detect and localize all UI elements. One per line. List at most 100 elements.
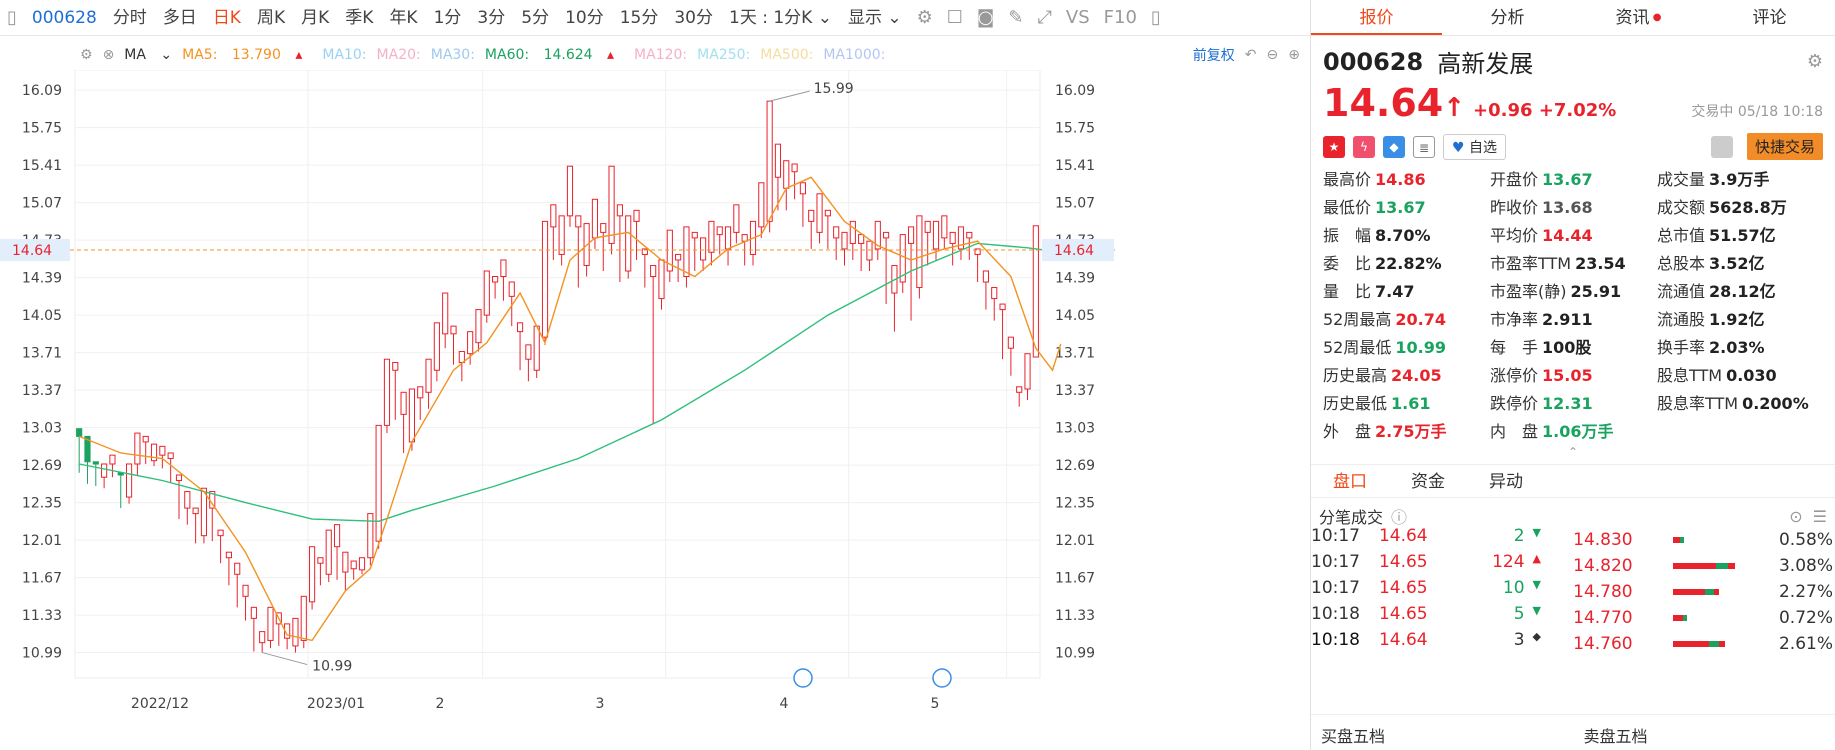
quick-trade-button[interactable]: 快捷交易 <box>1746 133 1823 160</box>
indicator-bar: ⚙ ⊗ MA ⌄ MA5: 13.790 ▴ MA10: MA20: MA30:… <box>80 42 1310 68</box>
heart-icon: ♥ <box>1452 139 1465 156</box>
note-icon[interactable]: ≣ <box>1413 135 1435 158</box>
price-tag-right-text: 14.64 <box>1054 243 1094 259</box>
stat-20: 换手率 2.03% <box>1657 334 1827 358</box>
kline-chart[interactable]: 16.09 16.09 15.75 15.75 15.41 15.41 15.07 15.07… <box>0 70 1310 750</box>
candle-body <box>492 276 499 283</box>
candle-body <box>309 546 316 603</box>
period-tab-12[interactable]: 30分 <box>666 0 721 36</box>
period-tab-10[interactable]: 10分 <box>557 0 612 36</box>
color-box-icon[interactable]: ☐ <box>940 7 970 28</box>
list-icon[interactable]: ☰ <box>1813 507 1827 526</box>
depth-pct: 0.72% <box>1778 608 1833 628</box>
y-tick-label-left: 14.39 <box>22 271 62 287</box>
ma60-indicator: MA60: 14.624 ▴ <box>484 47 615 63</box>
stat-value: 28.12亿 <box>1709 282 1776 301</box>
gear-icon[interactable]: ⚙ <box>80 47 93 63</box>
stat-value: 1.06万手 <box>1542 422 1614 441</box>
candle-body <box>392 362 399 371</box>
period-tab-2[interactable]: 日K <box>205 0 249 36</box>
tab-analysis[interactable]: 分析 <box>1442 0 1573 35</box>
price-tag-left-text: 14.64 <box>12 243 52 259</box>
period-tab-1[interactable]: 多日 <box>155 0 205 36</box>
display-select[interactable]: 显示 ⌄ <box>840 0 910 36</box>
candle-body <box>550 204 557 228</box>
vs-button[interactable]: VS <box>1059 7 1097 28</box>
stat-18: 52周最低 10.99 <box>1323 334 1490 358</box>
y-tick-label-right: 10.99 <box>1055 646 1095 662</box>
period-tab-11[interactable]: 15分 <box>612 0 667 36</box>
stat-value: 25.91 <box>1570 282 1622 301</box>
tab-comments[interactable]: 评论 <box>1704 0 1835 35</box>
info-icon[interactable]: ⓘ <box>1391 504 1407 528</box>
tab-movement[interactable]: 异动 <box>1467 465 1545 497</box>
ma250-indicator: MA250: <box>697 47 751 63</box>
up-arrow-icon: ▲ <box>1532 552 1541 565</box>
tick-cell: 14.65 <box>1378 552 1428 572</box>
top-toolbar: ▯ 000628 分时 多日 日K 周K 月K 季K 年K 1分 3分 5分 10分 15分 30分 1… <box>0 0 1310 36</box>
tag-icon[interactable]: ◆ <box>1383 135 1405 158</box>
watchlist-button[interactable]: ♥ 自选 <box>1443 133 1507 160</box>
f10-button[interactable]: F10 <box>1097 7 1144 28</box>
candle-body <box>591 198 599 239</box>
tab-quote[interactable]: 报价 <box>1311 0 1442 35</box>
candle-body <box>816 193 823 233</box>
stock-code[interactable]: 000628 <box>24 8 105 28</box>
panel-icon[interactable]: ▯ <box>1144 7 1168 28</box>
period-tab-9[interactable]: 5分 <box>513 0 557 36</box>
collapse-icon[interactable]: ⌃ <box>1311 446 1835 458</box>
period-tab-7[interactable]: 1分 <box>426 0 470 36</box>
tab-funds[interactable]: 资金 <box>1389 465 1467 497</box>
change-value: +0.96 <box>1473 100 1533 121</box>
camera-icon[interactable]: ◙ <box>970 7 1001 28</box>
zoom-in-icon[interactable]: ⊕ <box>1288 47 1300 63</box>
undo-icon[interactable]: ↶ <box>1245 47 1257 63</box>
stat-17: 流通股 1.92亿 <box>1657 306 1827 330</box>
lightning-icon[interactable]: ϟ <box>1353 135 1375 158</box>
range-select[interactable]: 1天 : 1分K ⌄ <box>721 0 840 36</box>
adjust-button[interactable]: 前复权 <box>1193 45 1235 65</box>
candle-body <box>342 551 349 573</box>
candle-body <box>949 231 956 244</box>
tab-news[interactable]: 资讯 ● <box>1573 0 1704 35</box>
stat-value: 5628.8万 <box>1709 198 1787 217</box>
gear-icon[interactable]: ⚙ <box>1807 51 1823 72</box>
stock-name: 高新发展 <box>1437 50 1534 78</box>
period-tab-0[interactable]: 分时 <box>105 0 155 36</box>
candle-body <box>101 463 108 478</box>
up-arrow-icon: ↑ <box>1443 93 1465 123</box>
period-tab-3[interactable]: 周K <box>249 0 293 36</box>
candle-body <box>600 223 607 233</box>
fullscreen-icon[interactable]: ⤢ <box>1030 7 1058 28</box>
pen-icon[interactable]: ✎ <box>1001 7 1030 28</box>
bell-icon[interactable] <box>1710 135 1733 158</box>
flag-icon[interactable]: ★ <box>1323 135 1345 158</box>
candle-body <box>675 253 682 261</box>
candle-body <box>907 226 915 244</box>
ticks-title: 分笔成交 <box>1319 508 1384 527</box>
y-tick-label-right: 16.09 <box>1055 83 1095 99</box>
stat-label: 最低价 <box>1323 198 1372 217</box>
stat-label: 振 幅 <box>1323 226 1372 245</box>
more-icon[interactable]: ⊙ <box>1789 507 1802 526</box>
candle-body <box>92 461 99 465</box>
candle-body <box>566 165 574 217</box>
stat-25: 跌停价 12.31 <box>1490 390 1657 414</box>
tab-orderbook[interactable]: 盘口 <box>1311 465 1389 497</box>
period-tab-4[interactable]: 月K <box>293 0 337 36</box>
zoom-out-icon[interactable]: ⊖ <box>1267 47 1279 63</box>
candle-body <box>733 204 740 233</box>
close-icon[interactable]: ⊗ <box>103 47 115 63</box>
stat-label: 开盘价 <box>1490 170 1539 189</box>
period-tab-8[interactable]: 3分 <box>469 0 513 36</box>
sidebar-toggle-icon[interactable]: ▯ <box>0 7 24 28</box>
y-tick-label-right: 15.07 <box>1055 196 1095 212</box>
ma5-value: 13.790 <box>231 47 281 63</box>
period-tab-5[interactable]: 季K <box>337 0 381 36</box>
stat-value: 7.47 <box>1375 282 1415 301</box>
ma-select[interactable]: MA ⌄ <box>124 47 172 63</box>
stat-label: 股息率TTM <box>1657 394 1739 413</box>
stat-label: 跌停价 <box>1490 394 1539 413</box>
period-tab-6[interactable]: 年K <box>381 0 425 36</box>
settings-icon[interactable]: ⚙ <box>910 7 940 28</box>
